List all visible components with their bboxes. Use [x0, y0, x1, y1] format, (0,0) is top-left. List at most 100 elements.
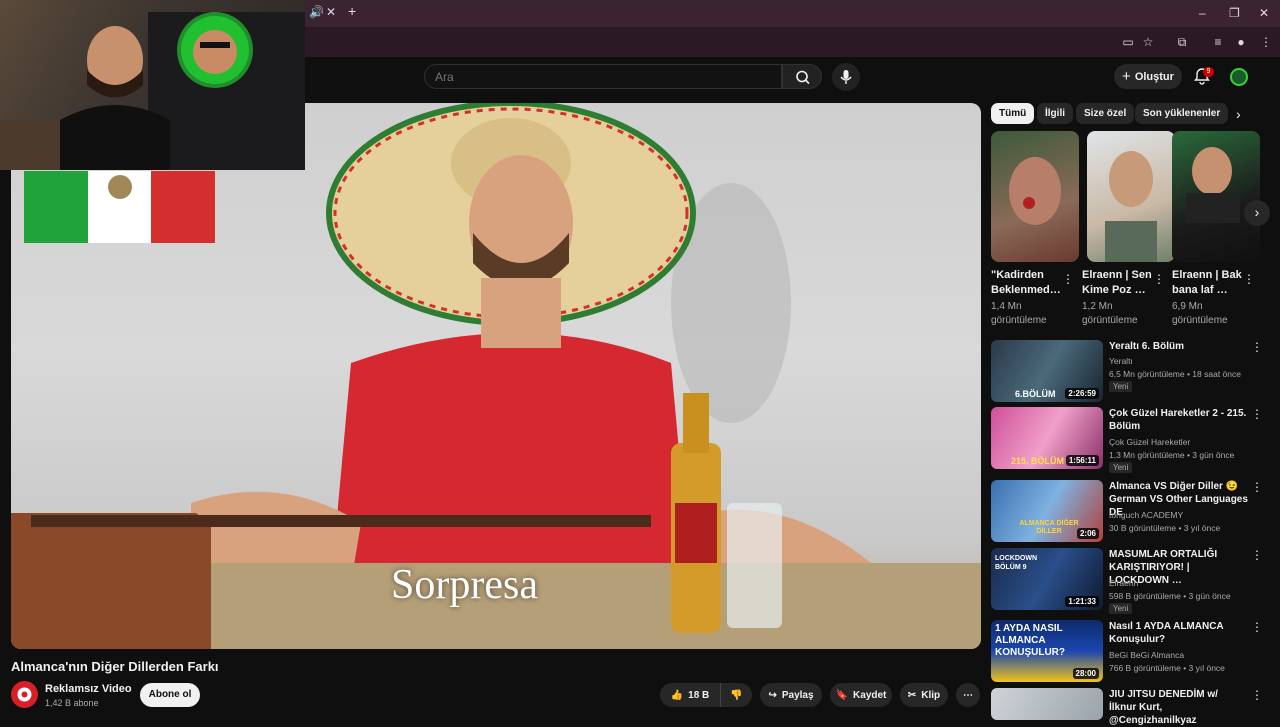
- chip-for-you[interactable]: Size özel: [1076, 103, 1135, 124]
- chips-next-icon[interactable]: ›: [1236, 106, 1241, 122]
- more-horizontal-icon: ⋯: [963, 689, 973, 701]
- recommended-item[interactable]: LOCKDOWN BÖLÜM 9 1:21:33 MASUMLAR ORTALI…: [991, 548, 1271, 614]
- save-button[interactable]: 🔖 Kaydet: [830, 683, 892, 707]
- chip-recent[interactable]: Son yüklenenler: [1135, 103, 1229, 124]
- channel-name[interactable]: Çok Güzel Hareketler: [1109, 437, 1190, 447]
- share-label: Paylaş: [781, 689, 814, 701]
- video-thumbnail[interactable]: 215. BÖLÜM 1:56:11: [991, 407, 1103, 469]
- subscriber-count: 1,42 B abone: [45, 698, 99, 708]
- short-views: 6,9 Mn görüntüleme: [1172, 301, 1228, 326]
- video-title[interactable]: Yeraltı 6. Bölüm: [1109, 340, 1247, 353]
- item-menu-icon[interactable]: ⋮: [1251, 548, 1263, 562]
- create-label: Oluştur: [1134, 70, 1174, 83]
- bookmark-star-icon[interactable]: ☆: [1140, 34, 1156, 50]
- video-meta: 1,3 Mn görüntüleme • 3 gün önce: [1109, 450, 1235, 460]
- clip-button[interactable]: ✂ Klip: [900, 683, 948, 707]
- video-subtitle: Sorpresa: [391, 562, 538, 608]
- media-queue-icon[interactable]: ≡: [1210, 34, 1226, 50]
- search-icon: [796, 70, 810, 85]
- thumbnail-caption: 1 AYDA NASIL ALMANCA KONUŞULUR?: [995, 623, 1065, 658]
- recommended-item[interactable]: 6.BÖLÜM 2:26:59 Yeraltı 6. Bölüm Yeraltı…: [991, 340, 1271, 404]
- video-thumbnail[interactable]: 6.BÖLÜM 2:26:59: [991, 340, 1103, 402]
- short-title[interactable]: "Kadirden Beklenmed…: [991, 268, 1063, 298]
- account-avatar[interactable]: [1230, 68, 1248, 86]
- thumbs-up-icon: 👍: [670, 689, 684, 701]
- video-thumbnail[interactable]: 1 AYDA NASIL ALMANCA KONUŞULUR? 28:00: [991, 620, 1103, 682]
- item-menu-icon[interactable]: ⋮: [1251, 480, 1263, 494]
- short-thumbnail[interactable]: [1172, 131, 1260, 262]
- subscribe-button[interactable]: Abone ol: [140, 683, 200, 707]
- search-button[interactable]: [782, 64, 822, 89]
- notifications-badge: 9: [1203, 67, 1214, 77]
- video-title[interactable]: Çok Güzel Hareketler 2 - 215. Bölüm: [1109, 407, 1247, 433]
- new-badge: Yeni: [1109, 603, 1133, 614]
- video-thumbnail[interactable]: [991, 688, 1103, 720]
- short-image: [1105, 151, 1157, 262]
- more-actions-button[interactable]: ⋯: [956, 683, 980, 707]
- video-title[interactable]: JIU JITSU DENEDİM w/ İlknur Kurt, @Cengi…: [1109, 688, 1247, 727]
- create-button[interactable]: + Oluştur: [1114, 64, 1182, 89]
- tab-audio-icon[interactable]: 🔊: [309, 5, 324, 19]
- minimize-button[interactable]: –: [1199, 6, 1206, 20]
- channel-name[interactable]: Reklamsız Video: [45, 683, 132, 695]
- chip-related[interactable]: İlgili: [1037, 103, 1073, 124]
- new-tab-button[interactable]: +: [348, 3, 356, 19]
- recommended-item[interactable]: 1 AYDA NASIL ALMANCA KONUŞULUR? 28:00 Na…: [991, 620, 1271, 684]
- like-button[interactable]: 👍 18 B: [660, 683, 720, 707]
- short-views: 1,4 Mn görüntüleme: [991, 301, 1047, 326]
- clip-label: Klip: [921, 689, 941, 701]
- item-menu-icon[interactable]: ⋮: [1251, 620, 1263, 634]
- short-menu-icon[interactable]: ⋮: [1243, 272, 1255, 286]
- chip-all[interactable]: Tümü: [991, 103, 1035, 124]
- search-input[interactable]: [425, 65, 781, 88]
- thumbnail-caption: LOCKDOWN BÖLÜM 9: [995, 555, 1037, 571]
- short-views: 1,2 Mn görüntüleme: [1082, 301, 1138, 326]
- share-button[interactable]: ↪ Paylaş: [760, 683, 822, 707]
- profile-icon[interactable]: ●: [1233, 34, 1249, 50]
- channel-name[interactable]: Elraenn: [1109, 578, 1138, 588]
- video-duration: 28:00: [1072, 668, 1099, 679]
- recommended-item[interactable]: JIU JITSU DENEDİM w/ İlknur Kurt, @Cengi…: [991, 688, 1271, 726]
- video-title[interactable]: Nasıl 1 AYDA ALMANCA Konuşulur?: [1109, 620, 1247, 646]
- video-meta: 598 B görüntüleme • 3 gün önce: [1109, 591, 1231, 601]
- video-thumbnail[interactable]: ALMANCA DİĞER DİLLER 2:06: [991, 480, 1103, 542]
- short-menu-icon[interactable]: ⋮: [1153, 272, 1165, 286]
- new-badge: Yeni: [1109, 381, 1133, 392]
- shorts-next-button[interactable]: ›: [1244, 200, 1270, 226]
- video-meta: 6,5 Mn görüntüleme • 18 saat önce: [1109, 369, 1241, 379]
- tab-close-button[interactable]: ✕: [326, 5, 336, 19]
- cast-icon[interactable]: ▭: [1120, 34, 1136, 50]
- plus-icon: +: [1122, 68, 1131, 85]
- channel-name[interactable]: tonguch ACADEMY: [1109, 510, 1183, 520]
- video-thumbnail[interactable]: LOCKDOWN BÖLÜM 9 1:21:33: [991, 548, 1103, 610]
- short-menu-icon[interactable]: ⋮: [1062, 272, 1074, 286]
- video-meta: 766 B görüntüleme • 3 yıl önce: [1109, 663, 1225, 673]
- streamer-webcam: [0, 0, 305, 170]
- thumbnail-caption: ALMANCA DİĞER DİLLER: [1019, 520, 1079, 535]
- channel-avatar[interactable]: [11, 681, 38, 708]
- like-count: 18 B: [688, 689, 710, 701]
- short-thumbnail[interactable]: [1087, 131, 1175, 262]
- video-duration: 2:06: [1076, 528, 1099, 539]
- recommended-item[interactable]: 215. BÖLÜM 1:56:11 Çok Güzel Hareketler …: [991, 407, 1271, 473]
- voice-search-button[interactable]: [832, 63, 860, 91]
- short-image: [1186, 147, 1240, 223]
- channel-name[interactable]: Yeraltı: [1109, 356, 1133, 366]
- recommended-item[interactable]: ALMANCA DİĞER DİLLER 2:06 Almanca VS Diğ…: [991, 480, 1271, 544]
- browser-menu-icon[interactable]: ⋮: [1258, 34, 1274, 50]
- dislike-button[interactable]: 👎: [720, 683, 752, 707]
- coat-of-arms-icon: [107, 175, 132, 199]
- extensions-icon[interactable]: ⧉: [1174, 34, 1190, 50]
- item-menu-icon[interactable]: ⋮: [1251, 340, 1263, 354]
- short-title[interactable]: Elraenn | Bak bana laf …: [1172, 268, 1244, 298]
- channel-name[interactable]: BeGi BeGi Almanca: [1109, 650, 1184, 660]
- mexico-flag-image: [24, 171, 216, 243]
- save-label: Kaydet: [853, 689, 887, 701]
- short-title[interactable]: Elraenn | Sen Kime Poz …: [1082, 268, 1154, 298]
- short-thumbnail[interactable]: [991, 131, 1079, 262]
- close-window-button[interactable]: ✕: [1259, 6, 1269, 20]
- item-menu-icon[interactable]: ⋮: [1251, 407, 1263, 421]
- restore-button[interactable]: ❐: [1229, 6, 1240, 20]
- search-field[interactable]: [424, 64, 782, 89]
- item-menu-icon[interactable]: ⋮: [1251, 688, 1263, 702]
